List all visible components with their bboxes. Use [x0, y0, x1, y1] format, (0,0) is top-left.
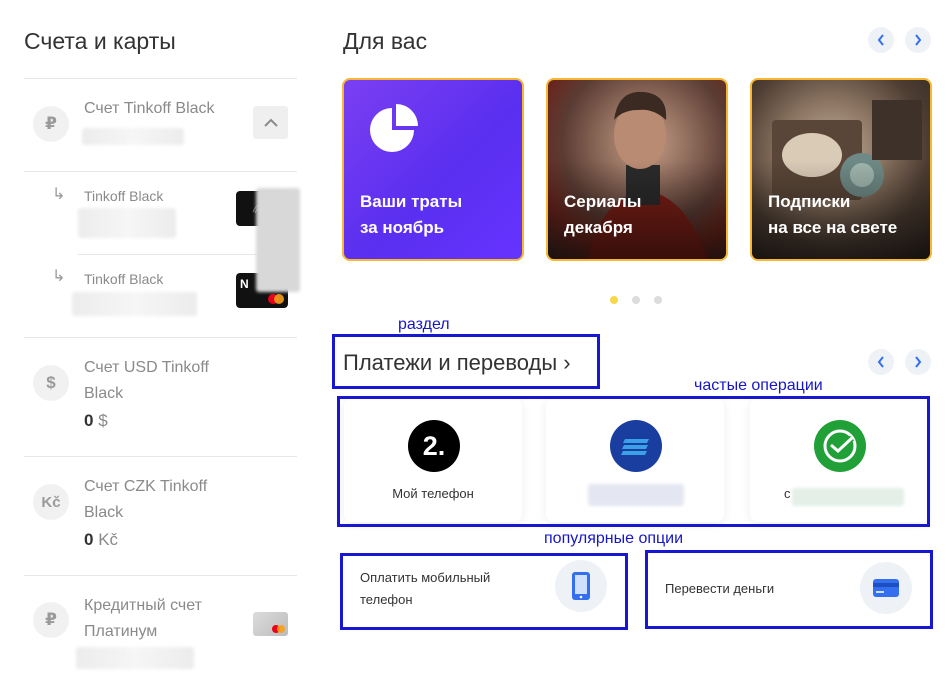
account-balance: 0 Kč: [84, 530, 118, 550]
chevron-up-icon: [263, 118, 278, 127]
account-balance: 0 $: [84, 411, 108, 431]
account-name-line2: Black: [84, 385, 124, 402]
pie-chart-icon: [370, 104, 418, 152]
blurred-balance: [72, 292, 197, 316]
chevron-right-icon: [915, 356, 922, 368]
annotation-box-frequent: [337, 396, 930, 527]
divider: [24, 171, 297, 172]
balance-currency: $: [98, 411, 108, 430]
balance-currency: Kč: [98, 530, 119, 549]
account-name-line2: Платинум: [84, 623, 158, 640]
carousel-dots: [610, 296, 662, 304]
blurred-balance: [78, 208, 176, 238]
chevron-left-icon: [877, 34, 884, 46]
promo-card-series[interactable]: Сериалы декабря: [546, 78, 728, 261]
chevron-left-icon: [877, 356, 884, 368]
promo-prev-button[interactable]: [868, 27, 894, 53]
account-name: Счет Tinkoff Black: [84, 100, 215, 117]
carousel-dot-active[interactable]: [610, 296, 618, 304]
sub-arrow-icon: ↳: [52, 268, 66, 285]
card-name: Tinkoff Black: [84, 271, 164, 287]
carousel-dot[interactable]: [632, 296, 640, 304]
promo-next-button[interactable]: [905, 27, 931, 53]
mastercard-icon: [268, 294, 284, 304]
koruna-icon: Kč: [33, 484, 69, 520]
annotation-frequent: частые операции: [694, 377, 823, 394]
ruble-icon: ₽: [33, 106, 69, 142]
divider: [24, 337, 297, 338]
chevron-right-icon: [915, 34, 922, 46]
annotation-section: раздел: [398, 316, 450, 333]
account-name-line1: Кредитный счет: [84, 597, 202, 614]
collapse-button[interactable]: [253, 106, 288, 139]
promo-card-spending[interactable]: Ваши траты за ноябрь: [342, 78, 524, 261]
blurred-area: [256, 188, 300, 292]
account-name-line2: Black: [84, 504, 124, 521]
blurred-balance: [82, 128, 184, 145]
annotation-box-popular-2: [645, 550, 933, 629]
divider: [24, 575, 297, 576]
payments-prev-button[interactable]: [868, 349, 894, 375]
promo-title: Ваши траты за ноябрь: [360, 192, 463, 237]
promo-title: Сериалы декабря: [564, 192, 642, 237]
ruble-icon: ₽: [33, 602, 69, 638]
sub-arrow-icon: ↳: [52, 186, 66, 203]
mastercard-icon: [272, 625, 285, 633]
dollar-icon: $: [33, 365, 69, 401]
card-thumbnail: [253, 612, 288, 636]
account-name-line1: Счет CZK Tinkoff: [84, 478, 208, 495]
balance-amount: 0: [84, 530, 94, 549]
promo-title: Подписки на все на свете: [768, 192, 898, 237]
payments-title-link[interactable]: Платежи и переводы ›: [343, 350, 571, 376]
for-you-title: Для вас: [343, 28, 428, 54]
carousel-dot[interactable]: [654, 296, 662, 304]
annotation-box-popular-1: [340, 553, 628, 630]
accounts-title: Счета и карты: [24, 28, 176, 54]
balance-amount: 0: [84, 411, 94, 430]
blurred-balance: [76, 647, 194, 669]
card-name: Tinkoff Black: [84, 188, 164, 204]
promo-card-subscriptions[interactable]: Подписки на все на свете: [750, 78, 932, 261]
payments-next-button[interactable]: [905, 349, 931, 375]
divider: [24, 456, 297, 457]
account-name-line1: Счет USD Tinkoff: [84, 359, 209, 376]
divider: [24, 78, 297, 79]
annotation-popular: популярные опции: [544, 530, 684, 547]
card-letter: N: [240, 277, 249, 291]
